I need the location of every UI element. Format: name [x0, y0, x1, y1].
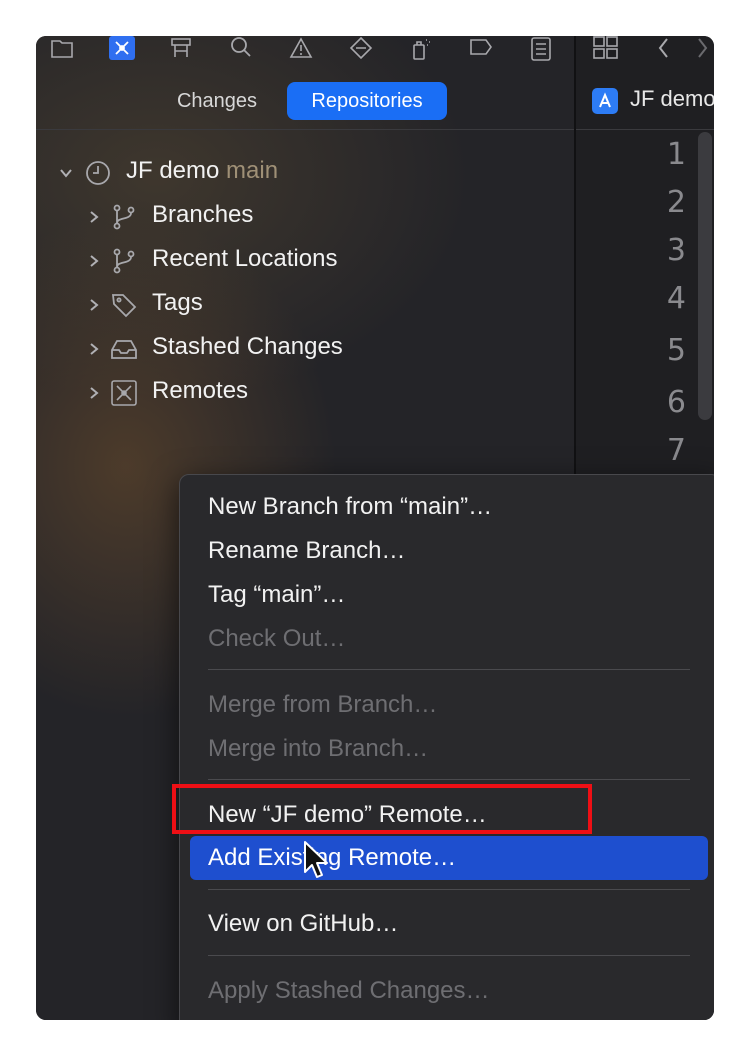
test-diamond-icon[interactable]: [347, 36, 375, 62]
menu-item-label: New Branch from “main”…: [208, 493, 493, 520]
chevron-right-icon[interactable]: [694, 36, 710, 60]
report-icon[interactable]: [527, 36, 555, 62]
line-number: 5: [666, 333, 686, 368]
tree-item-label: Recent Locations: [152, 245, 338, 272]
menu-item-label: View on GitHub…: [208, 910, 399, 937]
line-number: 6: [666, 385, 686, 420]
annotation-highlight-box: [172, 784, 592, 834]
tree-item-label: Tags: [152, 289, 203, 316]
tree-row-recent-locations[interactable]: Recent Locations: [36, 241, 574, 281]
chevron-right-icon[interactable]: [87, 298, 101, 312]
branch-icon: [113, 204, 135, 230]
line-number: 4: [666, 281, 686, 316]
line-number: 3: [666, 233, 686, 268]
menu-item-merge-from: Merge from Branch…: [180, 683, 714, 727]
search-icon[interactable]: [227, 36, 255, 62]
line-number: 1: [666, 137, 686, 172]
tab-repositories[interactable]: Repositories: [287, 82, 447, 120]
grid-icon[interactable]: [592, 36, 620, 60]
chevron-left-icon[interactable]: [656, 36, 672, 60]
editor-header-divider: [576, 129, 714, 130]
navigator-toolbar: [36, 36, 574, 64]
repo-name: JF demo main: [126, 157, 279, 184]
menu-item-merge-into: Merge into Branch…: [180, 727, 714, 771]
editor-tab[interactable]: JF demo: [576, 82, 714, 122]
tree-row-stashed-changes[interactable]: Stashed Changes: [36, 329, 574, 369]
chevron-down-icon[interactable]: [59, 166, 73, 180]
app-store-icon: [592, 88, 618, 114]
chevron-right-icon[interactable]: [87, 210, 101, 224]
menu-separator: [208, 669, 690, 670]
tag-icon: [111, 294, 137, 318]
branch-icon: [113, 248, 135, 274]
menu-item-view-github[interactable]: View on GitHub…: [180, 902, 714, 946]
menu-item-label: Check Out…: [208, 625, 346, 652]
folder-icon[interactable]: [48, 36, 76, 62]
xcode-window: Changes Repositories JF demo main Branch…: [36, 36, 714, 1020]
menu-item-label: Merge into Branch…: [208, 735, 429, 762]
chevron-right-icon[interactable]: [87, 342, 101, 356]
menu-item-rename-branch[interactable]: Rename Branch…: [180, 529, 714, 573]
menu-separator: [208, 889, 690, 890]
chevron-right-icon[interactable]: [87, 254, 101, 268]
current-branch-label: main: [226, 157, 279, 184]
menu-item-label: Apply Stashed Changes…: [208, 977, 490, 1004]
menu-item-add-existing-remote[interactable]: Add Existing Remote…: [190, 836, 708, 880]
menu-item-apply-stashed: Apply Stashed Changes…: [180, 969, 714, 1013]
chevron-right-icon[interactable]: [87, 386, 101, 400]
context-menu: New Branch from “main”… Rename Branch… T…: [179, 474, 714, 1020]
editor-tab-title: JF demo: [630, 86, 714, 111]
line-number: 7: [666, 433, 686, 468]
tree-row-remotes[interactable]: Remotes: [36, 373, 574, 413]
breakpoint-icon[interactable]: [467, 36, 495, 62]
tree-item-label: Branches: [152, 201, 254, 228]
hierarchy-icon[interactable]: [167, 36, 195, 62]
tree-item-label: Remotes: [152, 377, 249, 404]
debug-spray-icon[interactable]: [407, 36, 435, 62]
header-divider: [36, 129, 574, 130]
source-control-icon[interactable]: [109, 36, 135, 60]
line-number: 2: [666, 185, 686, 220]
menu-separator: [208, 955, 690, 956]
menu-item-label: Tag “main”…: [208, 581, 346, 608]
tree-row-repo[interactable]: JF demo main: [36, 153, 574, 193]
mouse-pointer-icon: [304, 841, 328, 878]
tab-changes[interactable]: Changes: [160, 82, 274, 120]
tree-row-tags[interactable]: Tags: [36, 285, 574, 325]
tray-icon: [111, 340, 137, 359]
menu-item-tag-main[interactable]: Tag “main”…: [180, 573, 714, 617]
menu-item-new-branch[interactable]: New Branch from “main”…: [180, 485, 714, 529]
tree-item-label: Stashed Changes: [152, 333, 343, 360]
warning-icon[interactable]: [287, 36, 315, 62]
menu-item-label: Merge from Branch…: [208, 691, 438, 718]
tree-row-branches[interactable]: Branches: [36, 197, 574, 237]
clock-icon: [86, 161, 110, 185]
remote-icon: [111, 380, 137, 406]
menu-item-label: Add Existing Remote…: [208, 844, 457, 871]
editor-scrollbar[interactable]: [698, 132, 712, 420]
menu-separator: [208, 779, 690, 780]
menu-item-label: Rename Branch…: [208, 537, 406, 564]
menu-item-check-out: Check Out…: [180, 617, 714, 661]
